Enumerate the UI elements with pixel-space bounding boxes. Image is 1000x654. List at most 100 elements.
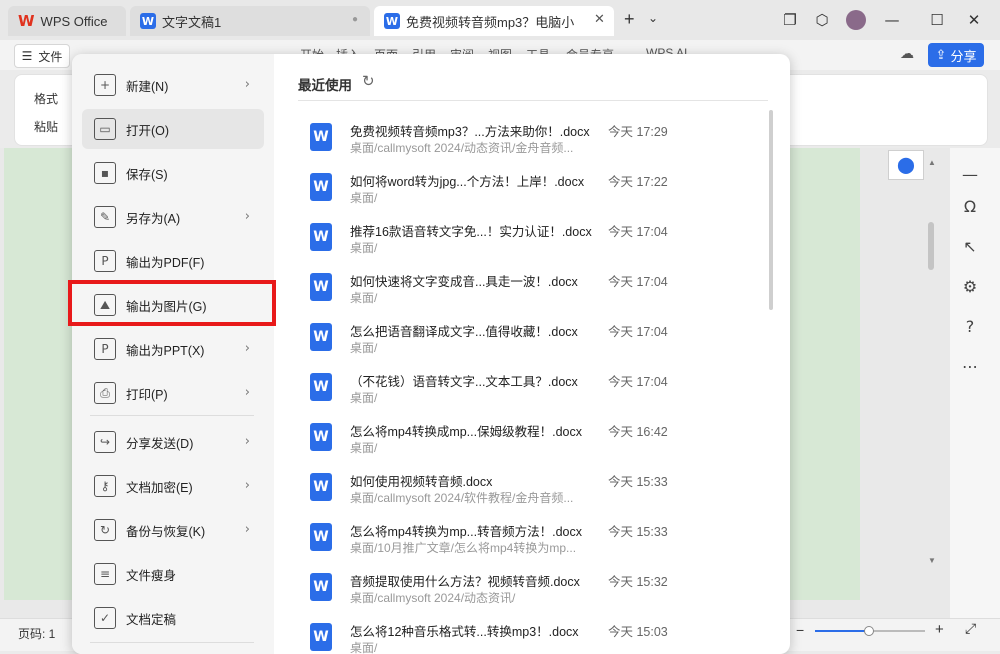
recent-file-path: 桌面/callmysoft 2024/动态资讯/金舟音频... xyxy=(350,141,574,155)
recent-file-row[interactable]: W 推荐16款语音转文字免...！实力认证！.docx 桌面/今天 17:04 xyxy=(298,218,758,268)
slim-file-icon: ≡ xyxy=(94,563,116,585)
recent-file-row[interactable]: W 如何使用视频转音频.docx 桌面/callmysoft 2024/软件教程/金… xyxy=(298,468,758,518)
recent-file-time: 今天 16:42 xyxy=(608,425,668,439)
file-menu-item[interactable]: P 输出为PPT(X) › xyxy=(82,329,264,369)
file-menu-button[interactable]: ☰ 文件 xyxy=(14,44,70,68)
location-pin-icon[interactable]: ⬤ xyxy=(888,150,924,180)
recent-file-path: 桌面/ xyxy=(350,391,378,405)
refresh-icon[interactable]: ↻ xyxy=(362,72,375,90)
recent-file-row[interactable]: W 如何将word转为jpg...个方法！上岸！.docx 桌面/今天 17:22 xyxy=(298,168,758,218)
recent-file-row[interactable]: W （不花钱）语音转文字...文本工具？.docx 桌面/今天 17:04 xyxy=(298,368,758,418)
recent-file-time: 今天 17:22 xyxy=(608,175,668,189)
collapse-icon[interactable]: — xyxy=(958,162,982,186)
recent-file-name: 怎么把语音翻译成文字...值得收藏！.docx xyxy=(350,325,578,339)
divider xyxy=(298,100,768,101)
scroll-up-icon[interactable]: ▲ xyxy=(928,158,936,167)
file-menu-item-label: 备份与恢复(K) xyxy=(126,524,206,539)
recent-file-row[interactable]: W 如何快速将文字变成音...具走一波！.docx 桌面/今天 17:04 xyxy=(298,268,758,318)
recent-scrollbar[interactable] xyxy=(769,110,773,310)
file-menu-item-label: 打开(O) xyxy=(126,123,170,138)
recent-file-path: 桌面/ xyxy=(350,641,378,654)
cube-icon[interactable]: ⬡ xyxy=(810,8,834,32)
file-menu-item[interactable]: ⎙ 打印(P) › xyxy=(82,373,264,413)
recent-file-name: 如何将word转为jpg...个方法！上岸！.docx xyxy=(350,175,585,189)
word-doc-icon: W xyxy=(310,123,332,151)
file-menu-item[interactable]: + 新建(N) › xyxy=(82,65,264,105)
share-button[interactable]: ⇪ 分享 xyxy=(928,43,984,67)
close-tab-icon[interactable]: ✕ xyxy=(594,12,605,27)
file-menu-item[interactable]: P 输出为PDF(F) xyxy=(82,241,264,281)
zoom-out-icon[interactable]: − xyxy=(796,622,804,638)
tab-document-1[interactable]: W 文字文稿1 ● xyxy=(130,6,370,36)
file-menu-item[interactable]: ▪ 保存(S) xyxy=(82,153,264,193)
file-menu-item[interactable]: ⚷ 文档加密(E) › xyxy=(82,466,264,506)
avatar[interactable] xyxy=(846,10,866,30)
new-tab-button[interactable]: + xyxy=(624,9,635,30)
file-menu-item-label: 文档加密(E) xyxy=(126,480,193,495)
recent-file-path: 桌面/callmysoft 2024/动态资讯/ xyxy=(350,591,516,605)
file-menu-item[interactable]: ≡ 文件瘦身 xyxy=(82,554,264,594)
new-doc-icon: + xyxy=(94,74,116,96)
file-menu-item[interactable]: ↪ 分享发送(D) › xyxy=(82,422,264,462)
save-as-icon: ✎ xyxy=(94,206,116,228)
format-painter-button[interactable]: 格式 xyxy=(34,90,58,107)
recent-file-name: 怎么将mp4转换成mp...保姆级教程！.docx xyxy=(350,425,582,439)
share-label: 分享 xyxy=(950,48,977,64)
close-window-icon[interactable]: ✕ xyxy=(962,8,986,32)
recent-file-time: 今天 17:04 xyxy=(608,375,668,389)
file-menu-item-label: 打印(P) xyxy=(126,387,168,402)
minimize-icon[interactable]: — xyxy=(880,8,904,32)
recent-file-row[interactable]: W 怎么将12种音乐格式转...转换mp3！.docx 桌面/今天 15:03 xyxy=(298,618,758,654)
file-menu-item[interactable]: ✓ 文档定稿 xyxy=(82,598,264,638)
share-icon: ⇪ xyxy=(935,47,947,63)
zoom-in-icon[interactable]: + xyxy=(935,621,944,638)
recent-file-row[interactable]: W 怎么将mp4转换为mp...转音频方法！.docx 桌面/10月推广文章/怎么将… xyxy=(298,518,758,568)
chevron-right-icon: › xyxy=(244,341,250,356)
recent-file-row[interactable]: W 音频提取使用什么方法？视频转音频.docx 桌面/callmysoft 2024… xyxy=(298,568,758,618)
recent-file-row[interactable]: W 免费视频转音频mp3？...方法来助你！.docx 桌面/callmysoft … xyxy=(298,118,758,168)
cloud-upload-icon[interactable]: ☁ xyxy=(900,46,914,62)
export-pdf-icon: P xyxy=(94,250,116,272)
file-menu-item[interactable]: ✎ 另存为(A) › xyxy=(82,197,264,237)
menu-divider xyxy=(90,415,254,416)
file-menu-item-label: 输出为PPT(X) xyxy=(126,343,205,358)
window-layout-icon[interactable]: ❐ xyxy=(778,8,802,32)
recent-file-name: 推荐16款语音转文字免...！实力认证！.docx xyxy=(350,225,592,239)
adjust-icon[interactable]: ⚙ xyxy=(958,274,982,298)
file-menu-item-label: 文件瘦身 xyxy=(126,568,177,583)
recent-file-time: 今天 17:29 xyxy=(608,125,668,139)
recent-file-row[interactable]: W 怎么将mp4转换成mp...保姆级教程！.docx 桌面/今天 16:42 xyxy=(298,418,758,468)
omega-icon[interactable]: Ω xyxy=(958,194,982,218)
recent-file-path: 桌面/ xyxy=(350,341,378,355)
pointer-icon[interactable]: ↖ xyxy=(958,234,982,258)
word-doc-icon: W xyxy=(310,223,332,251)
tab-list-icon[interactable]: ⌄ xyxy=(648,11,658,25)
recent-file-path: 桌面/ xyxy=(350,191,378,205)
tab-label: WPS Office xyxy=(40,13,108,29)
highlight-box xyxy=(68,280,276,326)
paste-button[interactable]: 粘贴 xyxy=(34,118,58,135)
recent-file-row[interactable]: W 怎么把语音翻译成文字...值得收藏！.docx 桌面/今天 17:04 xyxy=(298,318,758,368)
scrollbar-thumb[interactable] xyxy=(928,222,934,270)
recent-file-name: 怎么将12种音乐格式转...转换mp3！.docx xyxy=(350,625,579,639)
file-menu-item[interactable]: ↻ 备份与恢复(K) › xyxy=(82,510,264,550)
word-doc-icon: W xyxy=(140,13,156,29)
fullscreen-icon[interactable]: ⤢ xyxy=(965,621,976,637)
tab-wps-office[interactable]: W WPS Office xyxy=(8,6,126,36)
tab-document-2[interactable]: W 免费视频转音频mp3？电脑小 ✕ xyxy=(374,6,614,36)
recent-file-time: 今天 17:04 xyxy=(608,225,668,239)
chevron-right-icon: › xyxy=(244,385,250,400)
word-doc-icon: W xyxy=(310,273,332,301)
zoom-slider-knob[interactable] xyxy=(864,626,874,636)
file-menu-item[interactable]: ▭ 打开(O) xyxy=(82,109,264,149)
recent-file-time: 今天 17:04 xyxy=(608,275,668,289)
print-icon: ⎙ xyxy=(94,382,116,404)
help-icon[interactable]: ? xyxy=(958,314,982,338)
right-tool-rail xyxy=(950,148,1000,618)
tab-label: 文字文稿1 xyxy=(162,14,222,30)
page-number: 页码: 1 xyxy=(18,627,56,641)
scroll-down-icon[interactable]: ▼ xyxy=(928,556,936,565)
hamburger-icon: ☰ xyxy=(21,49,33,63)
more-icon[interactable]: ⋯ xyxy=(958,354,982,378)
maximize-icon[interactable]: ☐ xyxy=(925,8,949,32)
